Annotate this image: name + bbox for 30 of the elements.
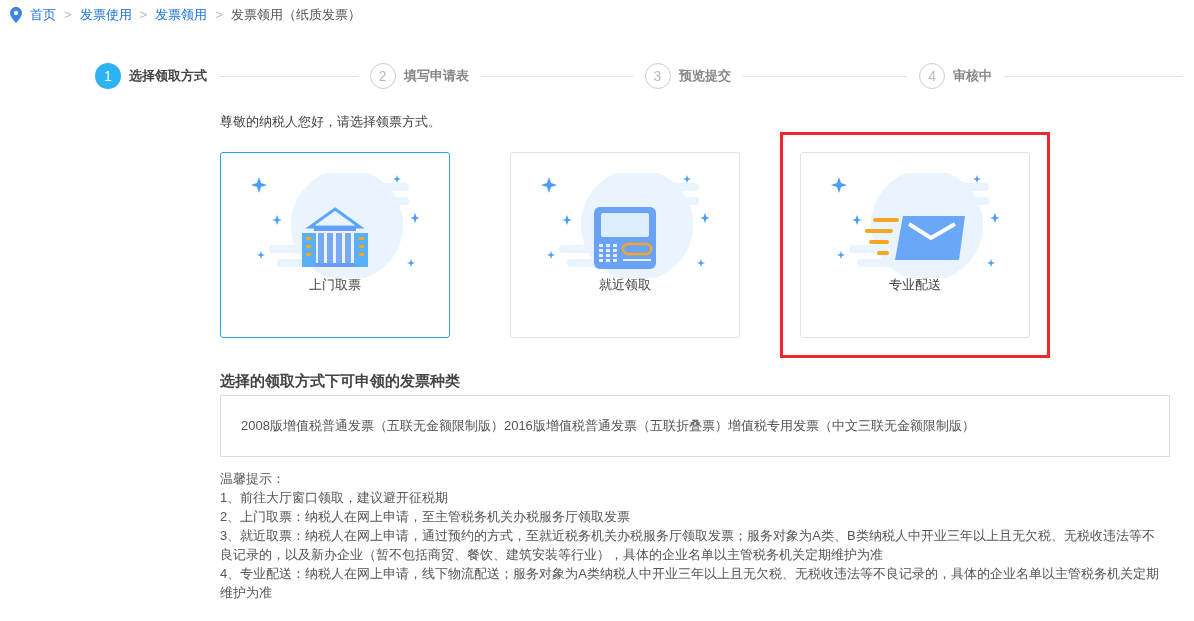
option-label: 就近领取 bbox=[598, 275, 652, 294]
option-label: 专业配送 bbox=[888, 275, 942, 294]
location-pin-icon bbox=[10, 7, 22, 23]
section-heading: 选择的领取方式下可申领的发票种类 bbox=[220, 370, 461, 391]
breadcrumb-link[interactable]: 发票使用 bbox=[79, 5, 132, 25]
step-label: 审核中 bbox=[953, 67, 993, 86]
step-number: 1 bbox=[95, 63, 121, 89]
invoice-types-text: 2008版增值税普通发票（五联无金额限制版）2016版增值税普通发票（五联折叠票）增值税专用发票（中文三联无金额限制版） bbox=[241, 417, 975, 436]
envelope-icon bbox=[865, 215, 965, 260]
breadcrumb-current: 发票领用（纸质发票） bbox=[230, 6, 361, 25]
tip-text: 3、就近取票：纳税人在网上申请，通过预约的方式，至就近税务机关办税服务厅领取发票；服务对象为A类、B类纳税人中开业三年以上且无欠税、无税收违法等不良记录的，以及新办企业（暂不包括商贸、餐饮、建筑安装等行业），具体的企业名单以主管税务机关定期维护为准 bbox=[220, 527, 1156, 564]
step-label: 选择领取方式 bbox=[129, 67, 207, 86]
card-terminal-icon bbox=[593, 205, 657, 270]
option-label: 上门取票 bbox=[308, 275, 362, 294]
tip-text: 4、专业配送：纳税人在网上申请，线下物流配送；服务对象为A类纳税人中开业三年以上且无欠税、无税收违法等不良记录的，具体的企业名单以主管税务机关定期维护为准 bbox=[220, 565, 1160, 602]
breadcrumb-link[interactable]: 发票领用 bbox=[155, 5, 208, 25]
step-label: 填写申请表 bbox=[403, 67, 469, 86]
greeting-text: 尊敬的纳税人您好，请选择领票方式。 bbox=[220, 113, 442, 131]
pickup-option-card[interactable]: 上门取票 bbox=[220, 151, 450, 338]
pickup-option-card[interactable]: 专业配送 bbox=[800, 151, 1030, 338]
breadcrumb-separator: > bbox=[64, 6, 72, 25]
bank-building-icon bbox=[300, 206, 370, 269]
breadcrumb-link[interactable]: 首页 bbox=[30, 5, 56, 25]
tip-text: 2、上门取票：纳税人在网上申请，至主管税务机关办税服务厅领取发票 bbox=[220, 508, 632, 526]
tips-title: 温馨提示： bbox=[220, 470, 286, 488]
step-label: 预览提交 bbox=[678, 67, 731, 86]
breadcrumb-separator: > bbox=[215, 6, 223, 25]
tip-text: 1、前往大厅窗口领取，建议避开征税期 bbox=[220, 489, 450, 507]
breadcrumb-separator: > bbox=[139, 6, 148, 25]
pickup-option-card[interactable]: 就近领取 bbox=[510, 151, 740, 338]
